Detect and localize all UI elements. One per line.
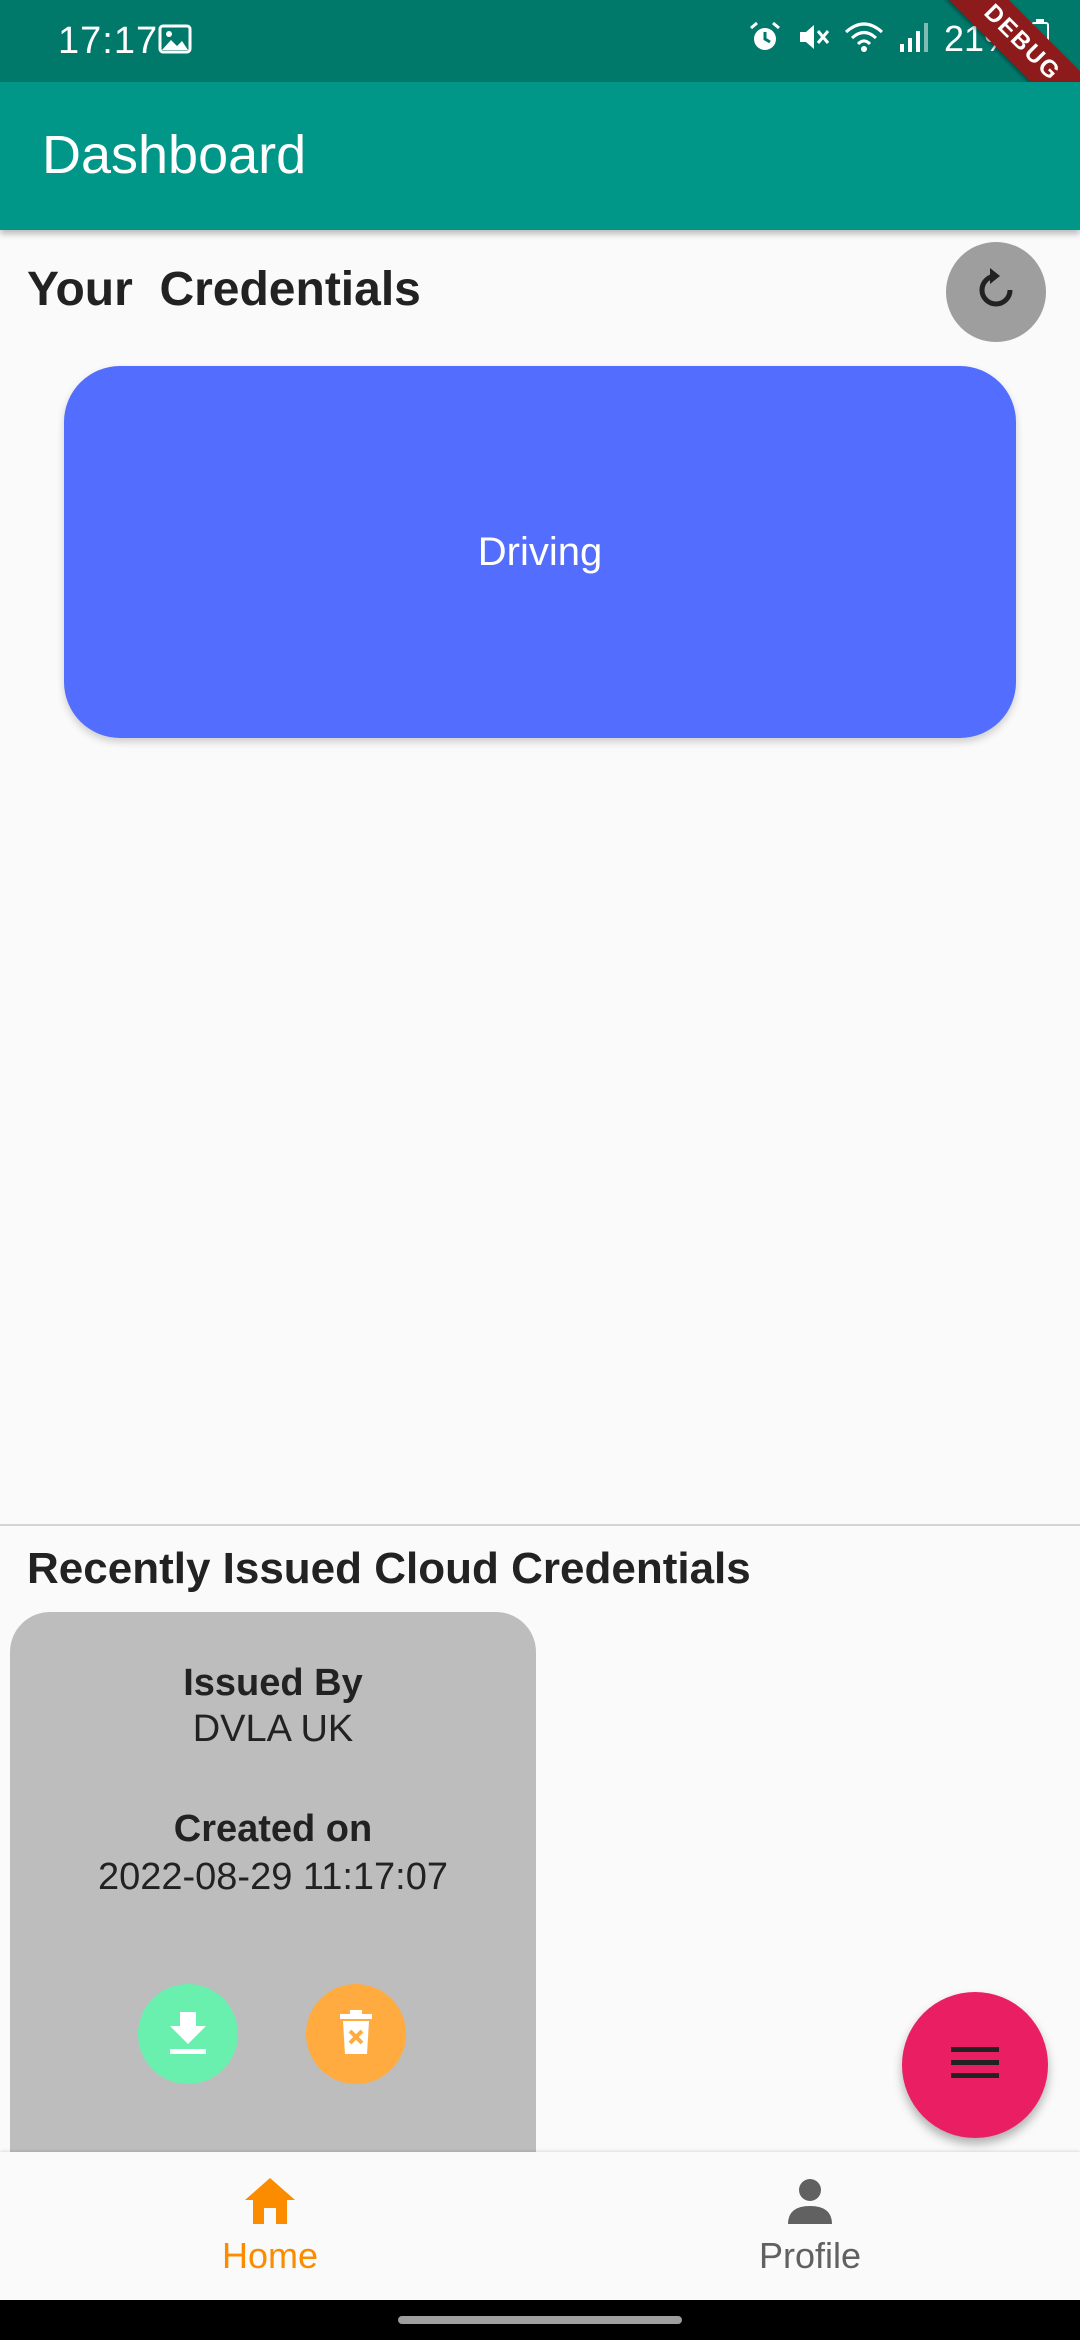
status-bar: 17:17 21% DEBUG — [0, 0, 1080, 136]
download-button[interactable] — [138, 1984, 238, 2084]
delete-button[interactable] — [306, 1984, 406, 2084]
refresh-button[interactable] — [946, 242, 1046, 342]
status-time: 17:17 — [58, 20, 159, 62]
nav-label-profile: Profile — [758, 2234, 862, 2276]
home-icon — [243, 2176, 297, 2231]
issued-by-label: Issued By — [183, 1662, 363, 1704]
home-indicator[interactable] — [398, 2316, 682, 2324]
app-bar: Dashboard — [0, 82, 1080, 230]
section-divider — [0, 1524, 1080, 1526]
delete-icon — [336, 2008, 376, 2061]
created-on-value: 2022-08-29 11:17:07 — [97, 1856, 449, 1898]
system-navigation-bar — [0, 2300, 1080, 2340]
image-icon — [158, 24, 192, 59]
issued-by-value: DVLA UK — [192, 1708, 354, 1750]
credentials-section-title: Your Credentials — [27, 263, 421, 316]
menu-icon — [951, 2045, 999, 2086]
mute-icon — [796, 20, 830, 59]
nav-label-home: Home — [221, 2234, 319, 2276]
alarm-icon — [748, 20, 782, 59]
created-on-label: Created on — [173, 1808, 373, 1850]
menu-fab[interactable] — [902, 1992, 1048, 2138]
refresh-icon — [970, 264, 1022, 321]
bottom-navigation: Home Profile — [0, 2152, 1080, 2300]
credential-card-driving[interactable]: Driving — [64, 366, 1016, 738]
wifi-icon — [844, 20, 884, 59]
download-icon — [166, 2008, 210, 2061]
nav-item-profile[interactable]: Profile — [540, 2152, 1080, 2300]
cloud-credential-card[interactable]: Issued By DVLA UK Created on 2022-08-29 … — [10, 1612, 536, 2152]
signal-icon — [898, 20, 930, 59]
nav-item-home[interactable]: Home — [0, 2152, 540, 2300]
person-icon — [785, 2176, 835, 2231]
page-title: Dashboard — [42, 125, 307, 185]
cloud-section-title: Recently Issued Cloud Credentials — [27, 1544, 751, 1593]
credential-card-label: Driving — [477, 529, 603, 574]
